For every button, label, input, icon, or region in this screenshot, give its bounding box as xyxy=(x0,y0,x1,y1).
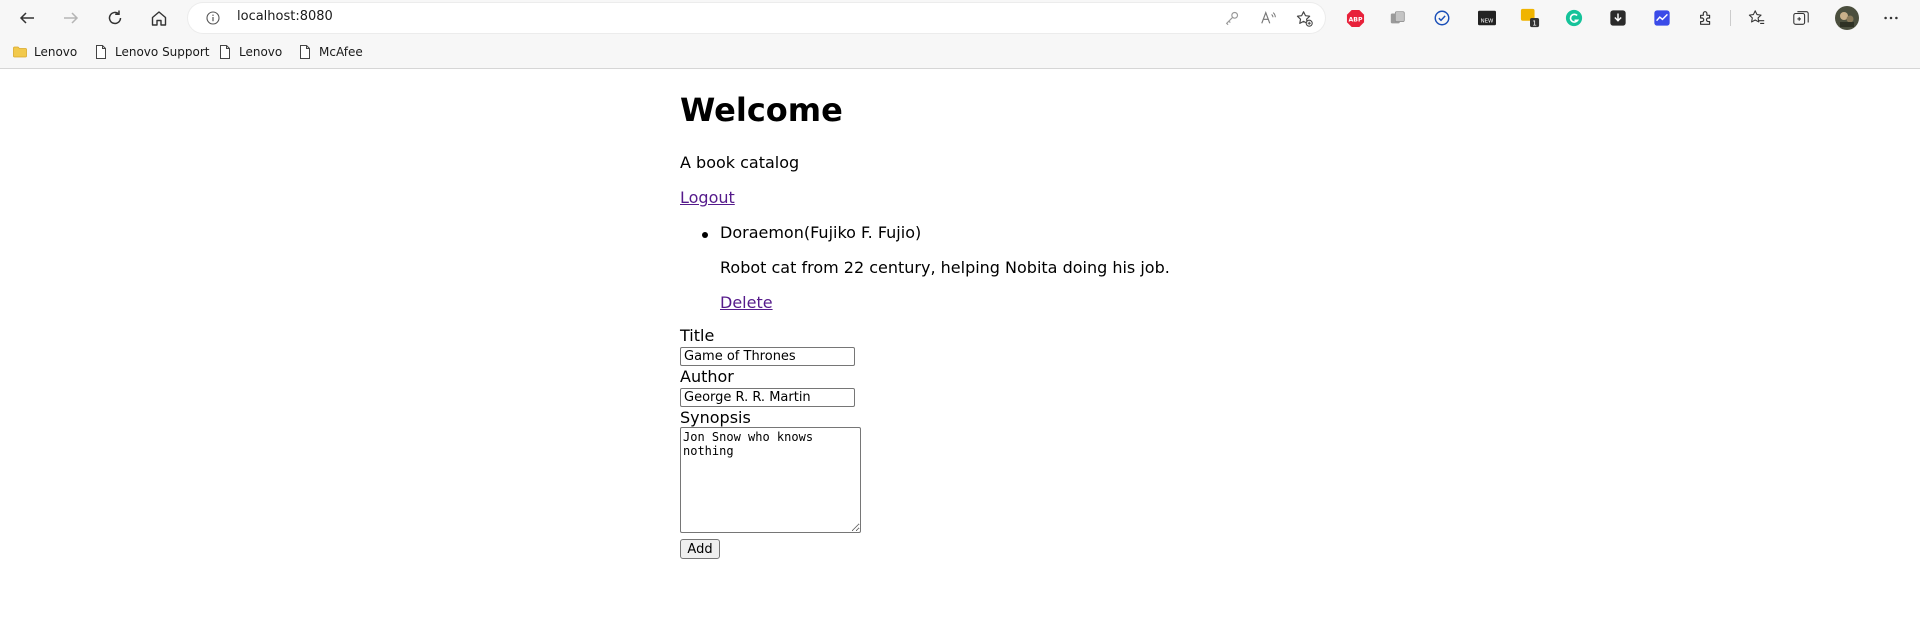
page-icon xyxy=(220,45,230,59)
bookmark-mcafee[interactable]: McAfee xyxy=(297,43,363,61)
grammarly-icon[interactable] xyxy=(1564,8,1584,28)
favorites-icon[interactable] xyxy=(1747,8,1767,28)
author-label: Author xyxy=(680,367,734,386)
folder-icon xyxy=(13,46,27,58)
list-bullet xyxy=(702,232,708,238)
add-favorite-icon[interactable] xyxy=(1295,9,1313,27)
extensions-puzzle-icon[interactable] xyxy=(1696,8,1716,28)
home-icon xyxy=(151,11,167,26)
browser-toolbar: localhost:8080 ABP NEW 1 xyxy=(0,0,1920,36)
more-menu-icon[interactable] xyxy=(1881,8,1901,28)
forward-button[interactable] xyxy=(57,4,85,32)
toolbar-divider xyxy=(1730,10,1731,26)
home-button[interactable] xyxy=(145,4,173,32)
page-icon xyxy=(96,45,106,59)
news-badge-label: NEW xyxy=(1481,19,1494,25)
page-subtitle: A book catalog xyxy=(680,153,800,172)
adblock-plus-icon[interactable]: ABP xyxy=(1345,8,1365,28)
reload-icon xyxy=(108,10,122,25)
notes-badge-count: 1 xyxy=(1532,18,1537,27)
collections-icon[interactable] xyxy=(1791,8,1811,28)
url-text[interactable]: localhost:8080 xyxy=(237,9,333,24)
key-icon[interactable] xyxy=(1223,9,1241,27)
task-check-icon[interactable] xyxy=(1432,8,1452,28)
synopsis-textarea[interactable]: Jon Snow who knows nothing xyxy=(680,427,861,533)
author-input[interactable] xyxy=(680,388,855,407)
forward-arrow-icon xyxy=(64,12,79,24)
address-bar[interactable]: localhost:8080 xyxy=(188,3,1325,33)
back-button[interactable] xyxy=(13,4,41,32)
collections-ext-icon[interactable] xyxy=(1388,8,1408,28)
title-input[interactable] xyxy=(680,347,855,366)
bookmark-label: Lenovo xyxy=(239,45,283,59)
bookmark-label: McAfee xyxy=(319,45,363,59)
page-icon xyxy=(300,45,310,59)
download-ext-icon[interactable] xyxy=(1608,8,1628,28)
bookmark-lenovo[interactable]: Lenovo xyxy=(217,43,282,61)
abp-label: ABP xyxy=(1348,16,1362,23)
page-title: Welcome xyxy=(680,91,843,129)
bookmark-lenovo-support[interactable]: Lenovo Support xyxy=(93,43,210,61)
bookmarks-bar: Lenovo Lenovo Support Lenovo McAfee xyxy=(0,36,1920,69)
title-label: Title xyxy=(680,326,715,345)
logout-link[interactable]: Logout xyxy=(680,188,735,207)
analytics-ext-icon[interactable] xyxy=(1652,8,1672,28)
read-aloud-icon[interactable] xyxy=(1259,9,1277,27)
bookmark-label: Lenovo Support xyxy=(115,45,210,59)
bookmark-label: Lenovo xyxy=(34,45,78,59)
delete-book-link[interactable]: Delete xyxy=(720,293,773,312)
bookmark-folder-lenovo[interactable]: Lenovo xyxy=(12,43,77,61)
back-arrow-icon xyxy=(19,12,34,24)
reload-button[interactable] xyxy=(101,4,129,32)
news-ext-icon[interactable]: NEW xyxy=(1476,8,1498,28)
notes-ext-icon[interactable]: 1 xyxy=(1520,8,1540,28)
profile-avatar[interactable] xyxy=(1834,5,1860,31)
book-synopsis: Robot cat from 22 century, helping Nobit… xyxy=(720,258,1170,277)
book-title-author: Doraemon(Fujiko F. Fujio) xyxy=(720,223,922,242)
add-button[interactable]: Add xyxy=(680,539,720,559)
synopsis-label: Synopsis xyxy=(680,408,751,427)
site-info-icon[interactable] xyxy=(206,11,220,25)
